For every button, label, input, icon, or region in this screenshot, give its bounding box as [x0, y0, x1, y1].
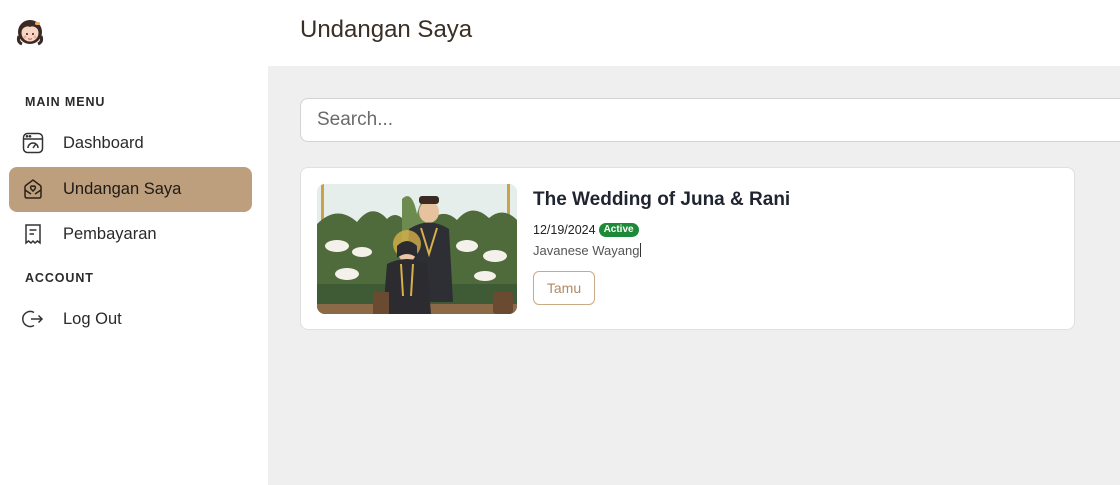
search-input[interactable]	[300, 98, 1120, 142]
invitation-card[interactable]: The Wedding of Juna & Rani 12/19/2024 Ac…	[300, 167, 1075, 330]
sidebar-item-dashboard[interactable]: Dashboard	[9, 121, 252, 166]
tamu-button[interactable]: Tamu	[533, 271, 595, 305]
sidebar: MAIN MENU Dashboard Undangan Saya Pembay…	[0, 0, 268, 485]
dashboard-icon	[22, 132, 44, 154]
invitation-theme: Javanese Wayang	[533, 243, 640, 258]
top-bar: Undangan Saya	[268, 0, 1120, 66]
sidebar-item-label: Undangan Saya	[63, 180, 182, 198]
page-title: Undangan Saya	[300, 16, 473, 43]
main-content: The Wedding of Juna & Rani 12/19/2024 Ac…	[268, 66, 1120, 485]
sidebar-item-label: Pembayaran	[63, 225, 157, 243]
sidebar-item-undangan-saya[interactable]: Undangan Saya	[9, 167, 252, 212]
receipt-icon	[22, 223, 44, 245]
account-heading: ACCOUNT	[25, 271, 94, 285]
sidebar-item-label: Dashboard	[63, 134, 144, 152]
invitation-thumbnail[interactable]	[317, 184, 517, 314]
sidebar-item-label: Log Out	[63, 310, 122, 328]
sidebar-item-log-out[interactable]: Log Out	[9, 297, 252, 342]
status-badge: Active	[598, 223, 639, 237]
girl-avatar-logo-icon[interactable]	[16, 16, 44, 46]
logout-icon	[22, 308, 44, 330]
invitation-title: The Wedding of Juna & Rani	[533, 189, 791, 210]
heart-envelope-icon	[22, 178, 44, 200]
invitation-meta: 12/19/2024 Active	[533, 223, 639, 237]
main-menu-heading: MAIN MENU	[25, 95, 106, 109]
invitation-date: 12/19/2024	[533, 223, 596, 237]
sidebar-item-pembayaran[interactable]: Pembayaran	[9, 212, 252, 257]
